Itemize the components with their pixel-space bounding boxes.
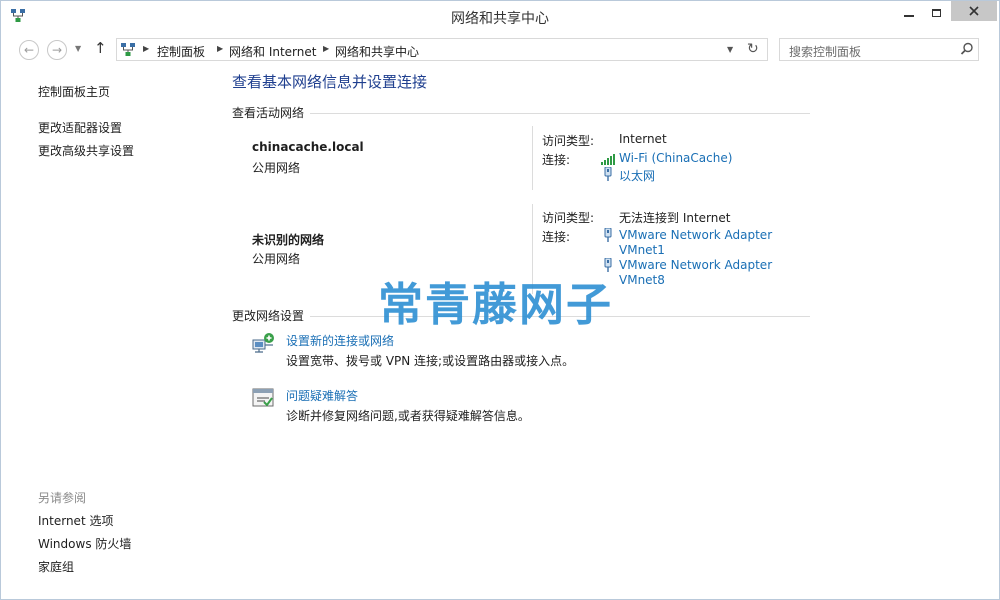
close-icon [969, 6, 979, 16]
vmnet1-connection-link-line2[interactable]: VMnet1 [619, 243, 665, 257]
access-type-value: 无法连接到 Internet [619, 211, 731, 225]
search-input[interactable]: 搜索控制面板 [779, 38, 979, 61]
forward-button[interactable]: → [47, 40, 67, 60]
control-panel-icon [121, 43, 135, 56]
vmnet8-connection-link[interactable]: VMware Network Adapter [619, 258, 772, 272]
network-sharing-center-window: 网络和共享中心 ← → ▼ ↑ ▶ 控制面板 ▶ 网络和 Internet ▶ … [0, 0, 1000, 600]
minimize-button[interactable] [894, 1, 924, 25]
network-name: chinacache.local [252, 140, 364, 154]
recent-locations-dropdown[interactable]: ▼ [75, 44, 81, 53]
back-button[interactable]: ← [19, 40, 39, 60]
change-advanced-sharing-link[interactable]: 更改高级共享设置 [38, 142, 134, 159]
refresh-icon[interactable]: ↻ [747, 41, 759, 57]
active-networks-header: 查看活动网络 [232, 106, 305, 120]
search-icon[interactable] [960, 42, 974, 56]
access-type-label: 访问类型: [542, 134, 595, 148]
change-settings-header: 更改网络设置 [232, 309, 305, 323]
breadcrumb-network-internet[interactable]: 网络和 Internet [229, 43, 316, 60]
ethernet-icon [604, 228, 612, 242]
change-adapter-settings-link[interactable]: 更改适配器设置 [38, 119, 122, 136]
arrow-right-icon: → [51, 43, 63, 57]
left-navigation-pane: 控制面板主页 更改适配器设置 更改高级共享设置 另请参阅 Internet 选项… [1, 66, 216, 599]
window-title: 网络和共享中心 [451, 11, 549, 27]
access-type-label: 访问类型: [542, 211, 595, 225]
arrow-up-icon: ↑ [94, 39, 107, 57]
troubleshoot-description: 诊断并修复网络问题,或者获得疑难解答信息。 [286, 409, 530, 423]
vmnet8-connection-link-line2[interactable]: VMnet8 [619, 273, 665, 287]
network-name: 未识别的网络 [252, 233, 325, 247]
page-title: 查看基本网络信息并设置连接 [232, 73, 428, 91]
connections-label: 连接: [542, 230, 571, 244]
chevron-right-icon[interactable]: ▶ [323, 44, 329, 53]
windows-firewall-link[interactable]: Windows 防火墙 [38, 535, 131, 552]
navigation-bar: ← → ▼ ↑ ▶ 控制面板 ▶ 网络和 Internet ▶ 网络和共享中心 … [1, 32, 999, 66]
wifi-signal-icon [601, 154, 615, 165]
access-type-value: Internet [619, 132, 667, 146]
homegroup-link[interactable]: 家庭组 [38, 558, 74, 575]
chevron-right-icon[interactable]: ▶ [217, 44, 223, 53]
ethernet-connection-link[interactable]: 以太网 [619, 167, 655, 184]
setup-new-connection-description: 设置宽带、拨号或 VPN 连接;或设置路由器或接入点。 [286, 354, 575, 368]
address-bar[interactable]: ▶ 控制面板 ▶ 网络和 Internet ▶ 网络和共享中心 ▼ ↻ [116, 38, 768, 61]
connections-label: 连接: [542, 153, 571, 167]
ethernet-icon [604, 167, 612, 181]
new-connection-icon [252, 333, 274, 353]
minimize-icon [904, 15, 914, 17]
address-dropdown-icon[interactable]: ▼ [727, 45, 733, 54]
vmnet1-connection-link[interactable]: VMware Network Adapter [619, 228, 772, 242]
section-divider [310, 113, 810, 114]
watermark-text: 常青藤网子 [378, 278, 614, 331]
maximize-button[interactable] [921, 1, 951, 25]
breadcrumb-network-sharing-center[interactable]: 网络和共享中心 [335, 43, 419, 60]
internet-options-link[interactable]: Internet 选项 [38, 512, 113, 529]
network-type: 公用网络 [252, 161, 301, 175]
troubleshoot-icon [252, 388, 274, 407]
chevron-right-icon[interactable]: ▶ [143, 44, 149, 53]
close-button[interactable] [951, 1, 997, 21]
vertical-divider [532, 126, 533, 190]
title-bar: 网络和共享中心 [1, 1, 999, 32]
arrow-left-icon: ← [23, 43, 35, 57]
breadcrumb-control-panel[interactable]: 控制面板 [157, 43, 205, 60]
up-button[interactable]: ↑ [94, 39, 107, 57]
see-also-header: 另请参阅 [38, 491, 87, 505]
search-placeholder: 搜索控制面板 [789, 45, 862, 59]
network-type: 公用网络 [252, 252, 301, 266]
control-panel-home-link[interactable]: 控制面板主页 [38, 83, 110, 100]
setup-new-connection-link[interactable]: 设置新的连接或网络 [286, 332, 394, 349]
troubleshoot-link[interactable]: 问题疑难解答 [286, 387, 358, 404]
wifi-connection-link[interactable]: Wi-Fi (ChinaCache) [619, 151, 732, 165]
maximize-icon [931, 9, 941, 17]
